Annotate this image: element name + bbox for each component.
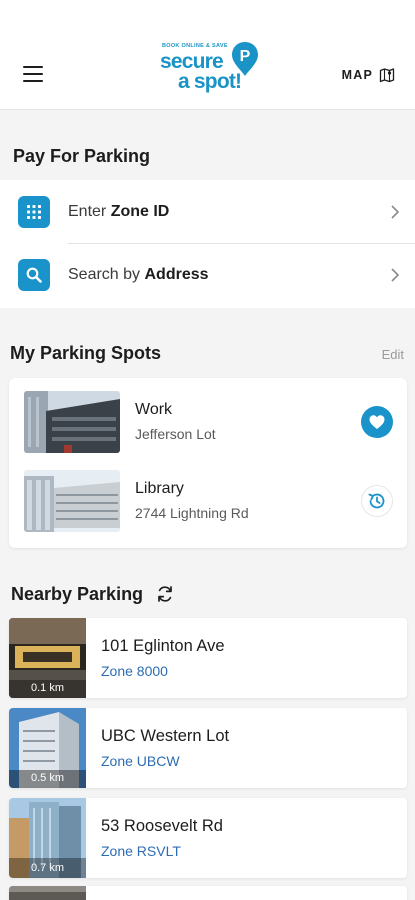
spot-thumbnail [24, 391, 120, 453]
lot-thumbnail [9, 886, 86, 900]
search-icon [18, 259, 50, 291]
chevron-right-icon [391, 205, 399, 219]
search-by-address-row[interactable]: Search by Address [0, 244, 415, 306]
parking-pin-icon: P [232, 42, 258, 76]
keypad-icon [18, 196, 50, 228]
lot-name: UBC Western Lot [101, 727, 230, 745]
chevron-right-icon [391, 268, 399, 282]
search-by-address-label: Search by Address [68, 266, 209, 283]
nearby-lot-card[interactable]: 0.7 km 53 Roosevelt Rd Zone RSVLT [9, 798, 407, 878]
app-logo: BOOK ONLINE & SAVE secure a spot! P [158, 40, 260, 98]
enter-zone-id-row[interactable]: Enter Zone ID [0, 181, 415, 243]
lot-name: 53 Roosevelt Rd [101, 817, 223, 835]
map-icon [379, 68, 395, 83]
history-icon[interactable] [361, 485, 393, 517]
lot-zone: Zone 8000 [101, 663, 168, 679]
heart-icon[interactable] [361, 406, 393, 438]
lot-name: 101 Eglinton Ave [101, 637, 225, 655]
spot-location: 2744 Lightning Rd [135, 505, 249, 521]
lot-zone: Zone UBCW [101, 753, 180, 769]
map-button-label: MAP [341, 68, 373, 82]
lot-distance: 0.5 km [30, 772, 64, 784]
enter-zone-id-label: Enter Zone ID [68, 203, 170, 220]
lot-thumbnail: 0.5 km [9, 708, 86, 788]
map-button[interactable]: MAP [342, 67, 395, 83]
spot-name: Library [135, 480, 184, 497]
spot-thumbnail [24, 470, 120, 532]
app-header: BOOK ONLINE & SAVE secure a spot! P MAP [0, 0, 415, 110]
my-parking-spots-card: Work Jefferson Lot Library 2744 Lightnin… [9, 378, 407, 548]
lot-thumbnail: 0.1 km [9, 618, 86, 698]
svg-text:P: P [240, 48, 251, 65]
parking-spot-library[interactable]: Library 2744 Lightning Rd [9, 470, 407, 536]
parking-spot-work[interactable]: Work Jefferson Lot [9, 391, 407, 457]
spot-name: Work [135, 401, 173, 418]
edit-button[interactable]: Edit [382, 347, 404, 362]
lot-thumbnail: 0.7 km [9, 798, 86, 878]
logo-tagline: BOOK ONLINE & SAVE [162, 43, 228, 49]
lot-zone: Zone RSVLT [101, 843, 181, 859]
logo-word-secure: secure [160, 50, 224, 73]
spot-location: Jefferson Lot [135, 426, 216, 442]
nearby-lot-card-partial[interactable] [9, 886, 407, 900]
menu-icon[interactable] [23, 66, 43, 84]
lot-distance: 0.7 km [30, 862, 64, 874]
refresh-icon[interactable] [155, 584, 175, 604]
nearby-parking-title: Nearby Parking [11, 584, 144, 604]
nearby-lot-card[interactable]: 0.5 km UBC Western Lot Zone UBCW [9, 708, 407, 788]
lot-distance: 0.1 km [30, 682, 64, 694]
my-parking-spots-title: My Parking Spots [10, 343, 162, 363]
nearby-lot-card[interactable]: 0.1 km 101 Eglinton Ave Zone 8000 [9, 618, 407, 698]
pay-for-parking-title: Pay For Parking [13, 146, 151, 166]
